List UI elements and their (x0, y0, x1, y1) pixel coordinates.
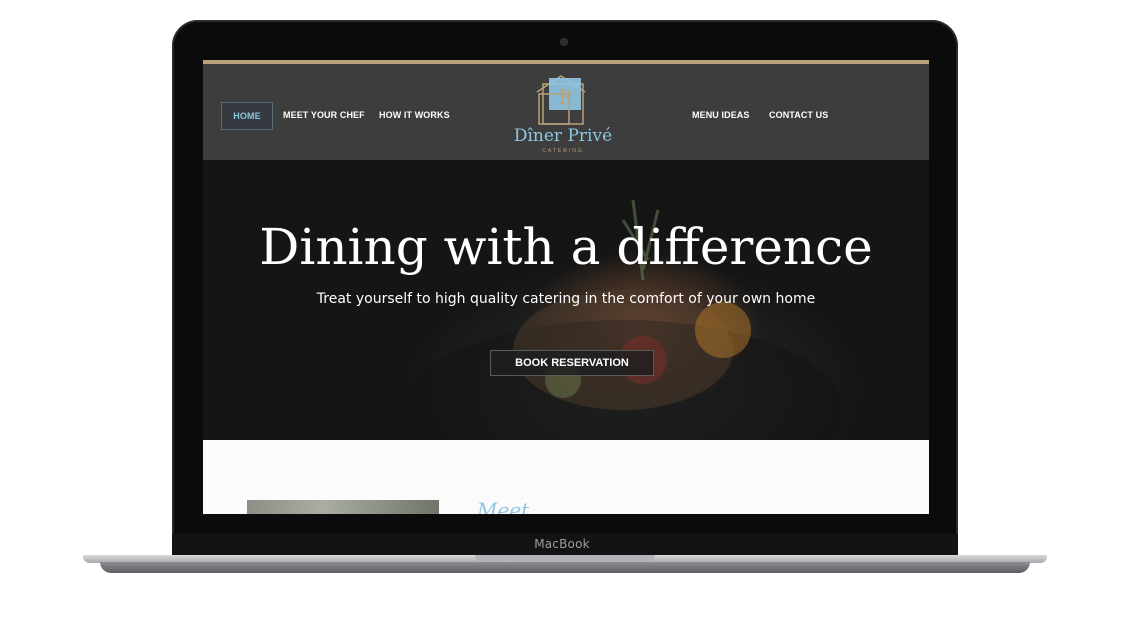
chef-photo (247, 500, 439, 514)
laptop-notch (475, 555, 655, 561)
website-screen: HOME MEET YOUR CHEF HOW IT WORKS P Dîner… (203, 60, 929, 514)
nav-how-it-works[interactable]: HOW IT WORKS (379, 102, 450, 128)
logo-name: Dîner Privé (513, 126, 613, 146)
logo-mark-icon: P (536, 75, 586, 125)
nav-home[interactable]: HOME (221, 102, 273, 130)
hero-title: Dining with a difference (259, 218, 873, 276)
camera-icon (561, 39, 567, 45)
book-reservation-button[interactable]: BOOK RESERVATION (490, 350, 654, 376)
device-brand-label: MacBook (534, 537, 590, 551)
hero-section: Dining with a difference Treat yourself … (203, 160, 929, 440)
meet-heading: Meet (477, 498, 530, 514)
hero-subtitle: Treat yourself to high quality catering … (316, 291, 816, 307)
laptop-base-bottom (100, 562, 1030, 573)
site-header: HOME MEET YOUR CHEF HOW IT WORKS P Dîner… (203, 64, 929, 160)
nav-meet-your-chef[interactable]: MEET YOUR CHEF (283, 102, 365, 128)
logo-tagline: CATERING (542, 148, 584, 154)
nav-contact-us[interactable]: CONTACT US (769, 102, 828, 128)
logo-monogram: P (558, 85, 571, 109)
site-logo[interactable]: P Dîner Privé CATERING (513, 70, 613, 156)
nav-menu-ideas[interactable]: MENU IDEAS (692, 102, 750, 128)
